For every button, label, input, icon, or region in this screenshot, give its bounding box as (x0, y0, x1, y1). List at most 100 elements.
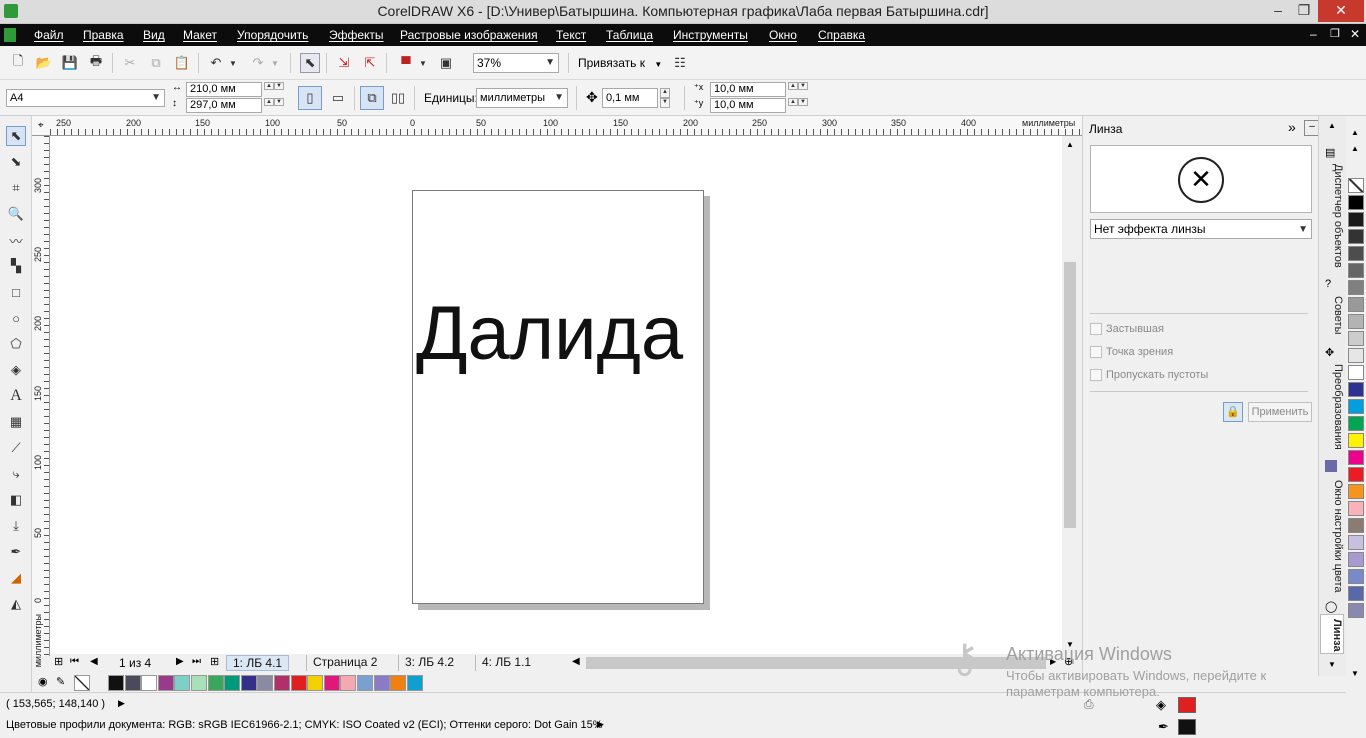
menu-table[interactable]: Таблица (606, 28, 653, 42)
page-tab-2[interactable]: Страница 2 (306, 655, 383, 671)
outline-pen-tool-icon[interactable]: ✒ (6, 542, 26, 562)
page-width-field[interactable]: 210,0 мм (186, 82, 262, 97)
vertical-ruler[interactable]: 300 250 200 150 100 50 0 миллиметры (32, 136, 50, 667)
menu-tools[interactable]: Инструменты (673, 28, 748, 42)
menu-bitmaps[interactable]: Растровые изображения (400, 28, 538, 42)
portrait-icon[interactable]: ▯ (298, 86, 322, 110)
welcome-screen-icon[interactable]: ▣ (436, 53, 456, 73)
tab-color-docker[interactable]: Окно настройки цвета (1320, 476, 1344, 593)
launcher-dropdown-icon[interactable]: ▼ (418, 53, 428, 73)
outline-color-swatch[interactable] (1178, 719, 1196, 735)
palette-swatch[interactable] (357, 675, 373, 691)
snap-to-button[interactable]: Привязать к ▼ (578, 56, 662, 70)
palette-swatch[interactable] (207, 675, 224, 691)
dup-x-spin-button[interactable]: ▼ (798, 82, 808, 90)
palette-swatch[interactable] (1348, 586, 1364, 601)
table-tool-icon[interactable]: ▦ (6, 412, 26, 432)
tab-object-manager[interactable]: Диспетчер объектов (1320, 160, 1344, 268)
freehand-tool-icon[interactable]: 〰 (6, 230, 26, 250)
undo-icon[interactable]: ↶ (206, 53, 226, 73)
palette-swatch[interactable] (1348, 518, 1364, 533)
ruler-origin-icon[interactable]: ⌖ (38, 120, 44, 131)
palette-swatch[interactable] (323, 675, 340, 691)
close-window-button[interactable]: ✕ (1318, 0, 1364, 22)
application-launcher-icon[interactable]: ▀ (396, 53, 416, 73)
palette-swatch[interactable] (1348, 331, 1364, 346)
menu-view[interactable]: Вид (143, 28, 165, 42)
add-page-before-icon[interactable]: ⊞ (54, 655, 63, 668)
redo-dropdown-icon[interactable]: ▼ (270, 53, 280, 73)
palette-swatch[interactable] (1348, 263, 1364, 278)
profiles-arrow-icon[interactable]: ▶ (597, 719, 604, 730)
palette-swatch[interactable] (191, 675, 207, 691)
palette-menu-icon[interactable]: ◉ (38, 675, 48, 688)
restore-button[interactable]: ❐ (1290, 0, 1318, 22)
blend-tool-icon[interactable]: ◧ (6, 490, 26, 510)
palette-swatch[interactable] (390, 675, 407, 691)
basic-shapes-tool-icon[interactable]: ◈ (6, 360, 26, 380)
menu-arrange[interactable]: Упорядочить (237, 28, 308, 42)
tab-nav-up-icon[interactable]: ▲ (1328, 121, 1336, 130)
rectangle-tool-icon[interactable]: □ (6, 282, 26, 302)
doc-restore-button[interactable]: ❐ (1330, 27, 1340, 40)
palette-swatch[interactable] (1348, 246, 1364, 261)
open-icon[interactable]: 📂 (34, 53, 54, 73)
first-page-icon[interactable]: ⏮ (70, 656, 79, 667)
height-spin-button[interactable]: ▼ (274, 98, 284, 106)
palette-swatch[interactable] (1348, 467, 1364, 482)
menu-edit[interactable]: Правка (83, 28, 124, 42)
width-spin-button[interactable]: ▲ (264, 82, 274, 90)
smart-fill-tool-icon[interactable]: ▚ (6, 256, 26, 276)
menu-help[interactable]: Справка (818, 28, 865, 42)
scroll-left-icon[interactable]: ◀ (572, 656, 580, 667)
zoom-tool-icon[interactable]: 🔍 (6, 204, 26, 224)
connector-tool-icon[interactable]: ⤷ (6, 464, 26, 484)
palette-swatch[interactable] (257, 675, 274, 691)
search-content-icon[interactable]: ⬉ (300, 53, 320, 73)
all-pages-icon[interactable]: ⧉ (360, 86, 384, 110)
doc-close-button[interactable]: ✕ (1350, 27, 1360, 41)
nudge-distance-field[interactable]: 0,1 мм (602, 88, 658, 108)
palette-swatch[interactable] (1348, 501, 1364, 516)
no-color-swatch[interactable] (1348, 178, 1364, 193)
print-preview-icon[interactable]: ⎙ (1084, 697, 1094, 712)
next-page-icon[interactable]: ▶ (176, 656, 184, 667)
page-tab-3[interactable]: 3: ЛБ 4.2 (398, 655, 460, 671)
menu-window[interactable]: Окно (769, 28, 797, 42)
cut-icon[interactable]: ✂ (120, 53, 140, 73)
lens-effect-select[interactable]: Нет эффекта линзы ▼ (1090, 219, 1312, 239)
interactive-fill-tool-icon[interactable]: ◭ (6, 594, 26, 614)
duplicate-y-field[interactable]: 10,0 мм (710, 98, 786, 113)
palette-swatch[interactable] (174, 675, 191, 691)
palette-swatch[interactable] (1348, 433, 1364, 448)
palette-swatch[interactable] (1348, 212, 1364, 227)
width-spin-button[interactable]: ▼ (274, 82, 284, 90)
dimension-tool-icon[interactable]: ⟋ (6, 438, 26, 458)
fill-indicator-icon[interactable]: ◈ (1156, 697, 1166, 713)
palette-swatch[interactable] (240, 675, 257, 691)
collapse-docker-icon[interactable]: » (1288, 119, 1296, 135)
shape-tool-icon[interactable]: ⬊ (6, 152, 26, 172)
artistic-text[interactable]: Далида (416, 290, 683, 377)
palette-swatch[interactable] (1348, 280, 1364, 295)
palette-swatch[interactable] (1348, 603, 1364, 618)
fill-color-swatch[interactable] (1178, 697, 1196, 713)
landscape-icon[interactable]: ▭ (326, 86, 350, 110)
tab-transformations[interactable]: Преобразования (1320, 360, 1344, 450)
doc-minimize-button[interactable]: – (1310, 27, 1317, 41)
text-tool-icon[interactable]: A (6, 386, 26, 406)
palette-swatch[interactable] (224, 675, 241, 691)
palette-swatch[interactable] (1348, 399, 1364, 414)
height-spin-button[interactable]: ▲ (264, 98, 274, 106)
coords-arrow-icon[interactable]: ▶ (118, 698, 125, 709)
frozen-checkbox[interactable]: Застывшая (1090, 322, 1310, 338)
options-icon[interactable]: ☷ (670, 53, 690, 73)
palette-swatch[interactable] (290, 675, 307, 691)
palette-swatch[interactable] (157, 675, 174, 691)
copy-icon[interactable]: ⧉ (146, 53, 166, 73)
units-select[interactable]: миллиметры ▼ (476, 88, 568, 108)
page-tab-4[interactable]: 4: ЛБ 1.1 (475, 655, 537, 671)
apply-button[interactable]: Применить (1248, 402, 1312, 422)
redo-icon[interactable]: ↷ (248, 53, 268, 73)
fill-tool-icon[interactable]: ◢ (6, 568, 26, 588)
